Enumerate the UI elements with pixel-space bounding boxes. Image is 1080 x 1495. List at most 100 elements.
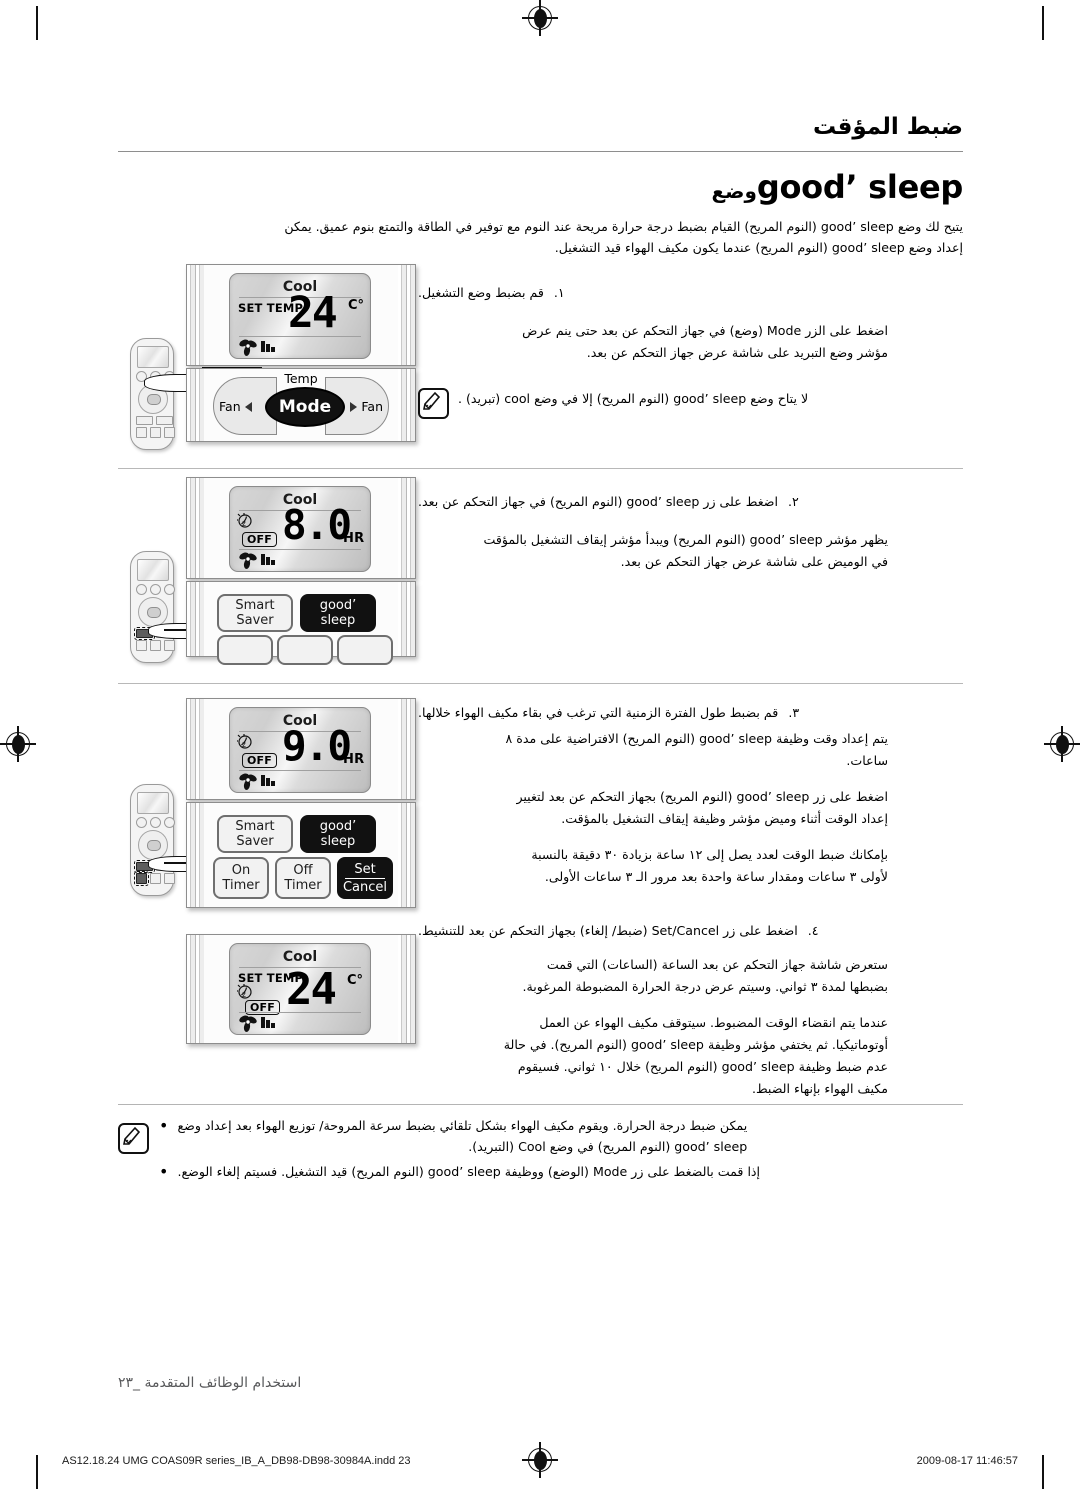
fan-speed-bars-2	[261, 553, 275, 565]
panel-left-ridge-4	[187, 935, 204, 1043]
mode-dial-button-1[interactable]: Mode	[265, 387, 345, 427]
step-1-paragraph: اضغط على الزر Mode (وضع) في جهاز التحكم …	[418, 320, 888, 364]
lcd-divider-bottom-2	[239, 549, 361, 550]
set-cancel-button-3[interactable]: Set Cancel	[337, 857, 393, 899]
good-sleep-indicator-icon-3: z	[237, 734, 257, 750]
step-2-heading: ٢. اضغط على زر good’ sleep (النوم المريح…	[418, 491, 888, 513]
bottom-note-1: يمكن ضبط درجة الحرارة. ويقوم مكيف الهواء…	[159, 1115, 963, 1157]
on-timer-button-3[interactable]: On Timer	[213, 857, 269, 899]
step-3-heading: ٣. قم بضبط طول الفترة الزمنية التي ترغب …	[418, 702, 888, 724]
remote-handset-1	[130, 338, 175, 450]
remote-button-panel-1: Temp Fan Fan Mode	[186, 368, 416, 442]
good-sleep-button-2[interactable]: good’ sleep	[300, 594, 376, 632]
step-1-note: لا يتاح وضع good’ sleep (النوم المريح) إ…	[418, 388, 888, 419]
separator-2	[118, 683, 963, 684]
on-timer-button-2[interactable]	[217, 635, 273, 665]
panel-right-ridge-1	[398, 265, 415, 365]
step-4-text: ٤. اضغط على زر Set/Cancel (ضبط/ إلغاء) ب…	[418, 918, 888, 1100]
handset-fan-icon-3	[150, 817, 161, 828]
svg-text:z: z	[242, 990, 246, 999]
step-3-para-line-1: يتم إعداد وقت وظيفة good’ sleep (النوم ا…	[505, 731, 889, 746]
handset-goodsleep-key	[136, 416, 153, 425]
handset-ontimer-key-2	[164, 640, 175, 651]
step-4-para-line-6: مكيف الهواء بإنهاء الضبط.	[751, 1081, 888, 1096]
step-3-para-line-3: اضغط على زر good’ sleep (النوم المريح) ب…	[516, 789, 888, 804]
step-4-para-line-3: عندما يتم انقضاء الوقت المضبوط. سيتوقف م…	[539, 1015, 888, 1030]
on-timer-line-1: On	[231, 863, 251, 878]
step-1-heading: ١. قم بضبط وضع التشغيل.	[418, 282, 888, 304]
print-info-right: 2009-08-17 11:46:57	[916, 1455, 1018, 1467]
panel-right-ridge-3	[398, 699, 415, 799]
temp-label-1: Temp	[284, 371, 318, 386]
good-sleep-button-3[interactable]: good’ sleep	[300, 815, 376, 853]
remote-button-panel-2: Smart Saver good’ sleep	[186, 581, 416, 665]
lcd-screen-3: Cool z OFF 9.0 HR	[229, 707, 371, 793]
handset-round-buttons-3	[136, 817, 175, 828]
bottom-note-1-bullet: •	[159, 1116, 169, 1135]
handset-square-row-b-2	[136, 640, 175, 651]
handset-dpad-center-highlight	[147, 394, 161, 405]
step-4-para-line-5: عدم ضبط وظيفة good’ sleep (النوم المريح)…	[517, 1059, 888, 1074]
step-block-3: ٣. قم بضبط طول الفترة الزمنية التي ترغب …	[118, 692, 963, 918]
handset-ontimer-key-3	[164, 873, 175, 884]
handset-smartsaver-key	[156, 416, 173, 425]
lcd-off-badge-3: OFF	[242, 753, 277, 768]
intro-line-1: يتيح لك وضع good’ sleep (النوم المريح) ا…	[284, 219, 963, 234]
handset-setcancel-key	[136, 427, 147, 438]
remote-handset-3	[130, 784, 175, 896]
set-cancel-button-2[interactable]	[337, 635, 393, 665]
section-title: good’ sleepوضع	[118, 168, 963, 206]
handset-lcd-3	[137, 792, 169, 814]
bottom-note-2: إذا قمت بالضغط على زر Mode (الوضع) ووظيف…	[159, 1161, 963, 1182]
lcd-mode-label-4: Cool	[282, 949, 318, 965]
bottom-note-1-text: يمكن ضبط درجة الحرارة. ويقوم مكيف الهواء…	[177, 1115, 747, 1157]
note-pencil-icon	[418, 388, 449, 419]
smart-saver-button-2[interactable]: Smart Saver	[217, 594, 293, 632]
step-4-title: اضغط على زر Set/Cancel (ضبط/ إلغاء) بجها…	[418, 923, 798, 938]
lcd-unit-1: °C	[348, 298, 365, 313]
step-3-para-line-4: إعداد الوقت أثناء وميض مؤشر وظيفة إيقاف …	[561, 811, 888, 826]
handset-dpad-center-2	[147, 607, 161, 618]
illustration-3: Cool z OFF 9.0 HR Smart Saver good’ slee…	[118, 692, 418, 918]
off-timer-line-1: Off	[293, 863, 313, 878]
remote-screen-panel-1: Cool SET TEMP 24 °C	[186, 264, 416, 366]
illustration-2: Cool z OFF 8.0 HR Smart Saver good’ slee…	[118, 477, 418, 675]
handset-offtimer-key-2	[150, 640, 161, 651]
panel-left-ridge-1	[187, 265, 204, 365]
fan-icon-2	[238, 551, 260, 569]
handset-square-row-b-1	[136, 427, 175, 438]
fan-icon-4	[238, 1014, 260, 1032]
off-timer-line-2: Timer	[284, 878, 322, 893]
handset-power-icon-2	[164, 584, 175, 595]
smart-saver-button-3[interactable]: Smart Saver	[217, 815, 293, 853]
intro-paragraph: يتيح لك وضع good’ sleep (النوم المريح) ا…	[118, 216, 963, 258]
lcd-hr-label-2: HR	[343, 531, 365, 546]
handset-dpad-center-3	[147, 840, 161, 851]
handset-ontimer-key	[164, 427, 175, 438]
handset-power-icon-3	[164, 817, 175, 828]
lcd-off-badge-2: OFF	[242, 532, 277, 547]
lcd-divider-bottom-1	[239, 336, 361, 337]
step-3-number: ٣.	[788, 705, 800, 720]
lcd-unit-4: °C	[347, 973, 364, 988]
remote-screen-panel-2: Cool z OFF 8.0 HR	[186, 477, 416, 579]
handset-dpad-2	[138, 597, 168, 627]
panel-right-ridge-4	[398, 935, 415, 1043]
print-info-left: AS12.18.24 UMG COAS09R series_IB_A_DB98-…	[62, 1455, 411, 1467]
panel-left-ridge-2	[187, 478, 204, 578]
lcd-screen-1: Cool SET TEMP 24 °C	[229, 273, 371, 359]
intro-line-2: إعداد وضع good’ sleep (النوم المريح) عند…	[554, 240, 963, 255]
panel-left-ridge-2b	[187, 582, 204, 656]
lcd-value-3: 9.0	[282, 722, 352, 770]
panel-right-ridge-2b	[398, 582, 415, 656]
step-block-1: ١. قم بضبط وضع التشغيل. اضغط على الزر Mo…	[118, 264, 963, 460]
off-timer-button-3[interactable]: Off Timer	[275, 857, 331, 899]
lcd-hr-label-3: HR	[343, 752, 365, 767]
off-timer-button-2[interactable]	[277, 635, 333, 665]
step-1-text: ١. قم بضبط وضع التشغيل. اضغط على الزر Mo…	[418, 264, 888, 460]
set-cancel-line-2: Cancel	[342, 879, 388, 895]
step-2-text: ٢. اضغط على زر good’ sleep (النوم المريح…	[418, 477, 888, 675]
fan-label-right-1: Fan	[350, 399, 383, 414]
panel-right-ridge-2	[398, 478, 415, 578]
fan-speed-bars-4	[261, 1016, 275, 1028]
